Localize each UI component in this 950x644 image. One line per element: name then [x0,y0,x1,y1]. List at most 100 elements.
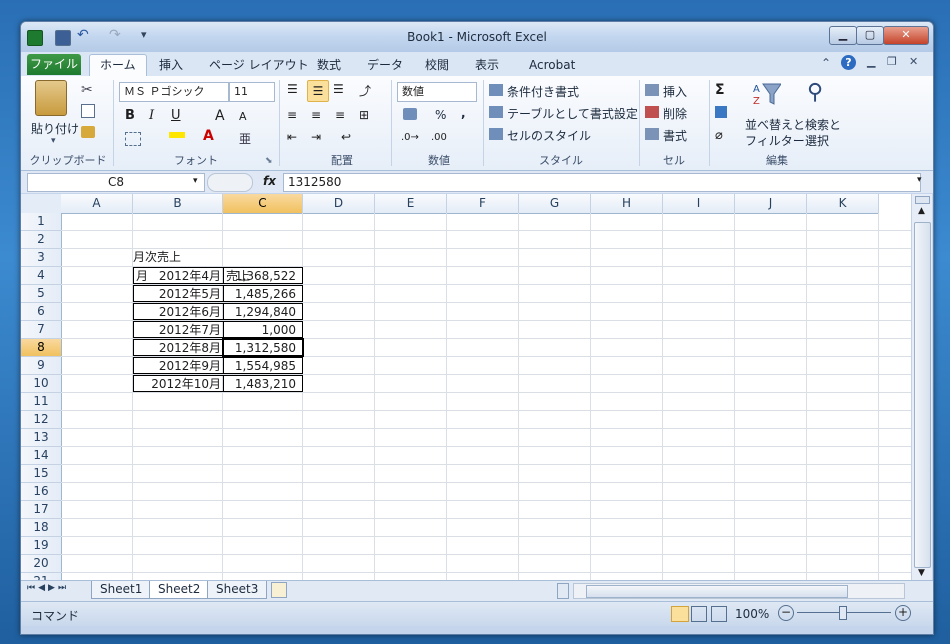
paste-icon[interactable] [35,80,67,116]
decrease-indent-icon[interactable]: ⇤ [287,130,297,144]
normal-view-icon[interactable] [671,606,689,622]
insert-cells-button[interactable]: 挿入 [663,83,687,100]
align-right-icon[interactable]: ≡ [335,108,345,122]
underline-button[interactable]: U [171,108,181,123]
cell-sales[interactable]: 1,485,266 [223,285,303,302]
tab-insert[interactable]: 挿入 [149,55,193,75]
expand-formula-icon[interactable]: ▾ [917,175,922,185]
sheet-tab-2[interactable]: Sheet2 [149,581,210,599]
row-header[interactable]: 20 [21,555,62,573]
merge-center-icon[interactable]: ⊞ [359,108,369,122]
sort-filter-label-2[interactable]: フィルター [745,132,805,149]
cell-month[interactable]: 2012年7月 [133,321,224,338]
cell-month[interactable]: 2012年10月 [133,375,224,392]
align-top-icon[interactable]: ☰ [287,82,298,96]
cut-icon[interactable]: ✂ [81,82,93,98]
split-box[interactable] [915,196,930,204]
scroll-down-icon[interactable]: ▼ [914,568,929,578]
font-size-select[interactable]: 11 [229,82,275,102]
horizontal-scrollbar[interactable] [573,583,905,599]
column-header[interactable]: F [447,194,519,214]
name-box-dropdown-icon[interactable]: ▾ [193,176,198,186]
scroll-thumb[interactable] [914,222,931,568]
cell-month[interactable]: 2012年5月 [133,285,224,302]
percent-button[interactable]: % [435,108,446,122]
row-header[interactable]: 14 [21,447,62,465]
select-all-corner[interactable] [21,194,62,214]
cell-sales[interactable]: 1,554,985 [223,357,303,374]
grow-font-icon[interactable]: A [215,108,225,124]
font-color-icon[interactable]: A [203,128,214,144]
font-name-select[interactable]: ＭＳ Ｐゴシック [119,82,229,102]
sort-filter-icon[interactable]: AZ [753,80,782,107]
row-header[interactable]: 5 [21,285,62,303]
close-button[interactable]: ✕ [883,26,929,45]
column-header[interactable]: J [735,194,807,214]
column-header[interactable]: H [591,194,663,214]
zoom-level[interactable]: 100% [735,607,769,621]
cell-sales[interactable]: 1,483,210 [223,375,303,392]
row-header[interactable]: 8 [21,339,62,357]
copy-icon[interactable] [81,104,95,118]
decrease-decimal-icon[interactable]: .00 [431,132,447,143]
row-header[interactable]: 19 [21,537,62,555]
column-header[interactable]: C [223,194,303,214]
row-header[interactable]: 3 [21,249,62,267]
sheet-tab-1[interactable]: Sheet1 [91,581,152,599]
find-select-icon[interactable]: ⚲ [807,80,823,105]
cell-sales-active[interactable]: 1,312,580 [222,338,304,357]
delete-cells-icon[interactable] [645,106,659,118]
cell-sales[interactable]: 1,000 [223,321,303,338]
row-header[interactable]: 16 [21,483,62,501]
sheet-title[interactable]: 月次売上 [133,249,181,266]
insert-cells-icon[interactable] [645,84,659,96]
delete-cells-button[interactable]: 削除 [663,105,687,122]
font-dialog-launcher-icon[interactable]: ⬊ [265,156,273,166]
row-header[interactable]: 2 [21,231,62,249]
zoom-in-button[interactable]: + [895,605,911,621]
doc-minimize-icon[interactable]: ▁ [867,55,875,68]
format-cells-icon[interactable] [645,128,659,140]
align-left-icon[interactable]: ≡ [287,108,297,122]
format-as-table-icon[interactable] [489,106,503,118]
clear-icon[interactable]: ⌀ [715,128,723,143]
row-header[interactable]: 18 [21,519,62,537]
comma-button[interactable]: , [461,106,466,120]
minimize-button[interactable]: ▁ [829,26,857,45]
number-format-select[interactable]: 数値 [397,82,477,102]
cell-styles-icon[interactable] [489,128,503,140]
borders-icon[interactable] [125,132,141,146]
align-middle-icon[interactable]: ☰ [307,80,329,102]
insert-sheet-icon[interactable] [271,582,287,598]
cell-month[interactable]: 2012年9月 [133,357,224,374]
cell-styles-button[interactable]: セルのスタイル [507,127,591,144]
paste-dropdown-icon[interactable]: ▾ [51,136,56,146]
zoom-slider-thumb[interactable] [839,606,847,620]
column-header[interactable]: B [133,194,223,214]
cell-sales[interactable]: 1,368,522 [223,267,303,284]
format-cells-button[interactable]: 書式 [663,127,687,144]
find-select-label-1[interactable]: 検索と [805,116,841,133]
find-select-label-2[interactable]: 選択 [805,132,829,149]
row-header[interactable]: 10 [21,375,62,393]
maximize-button[interactable]: ▢ [856,26,884,45]
row-header[interactable]: 4 [21,267,62,285]
conditional-format-icon[interactable] [489,84,503,96]
name-box[interactable]: C8 [27,173,205,192]
page-break-view-icon[interactable] [711,606,727,622]
sheet-nav-icons[interactable]: ⏮◀▶⏭ [27,583,69,593]
page-layout-view-icon[interactable] [691,606,707,622]
autosum-button[interactable]: Σ [715,82,725,98]
cell-month[interactable]: 2012年4月 [133,267,224,284]
conditional-format-button[interactable]: 条件付き書式 [507,83,579,100]
increase-decimal-icon[interactable]: .0→ [401,132,419,143]
row-header[interactable]: 9 [21,357,62,375]
column-header[interactable]: I [663,194,735,214]
doc-close-icon[interactable]: ✕ [909,55,918,68]
fill-icon[interactable] [715,106,727,118]
formula-divider-handle[interactable] [207,173,253,192]
zoom-out-button[interactable]: − [778,605,794,621]
row-header[interactable]: 13 [21,429,62,447]
cell-month[interactable]: 2012年6月 [133,303,224,320]
phonetic-icon[interactable]: 亜 [239,130,251,147]
